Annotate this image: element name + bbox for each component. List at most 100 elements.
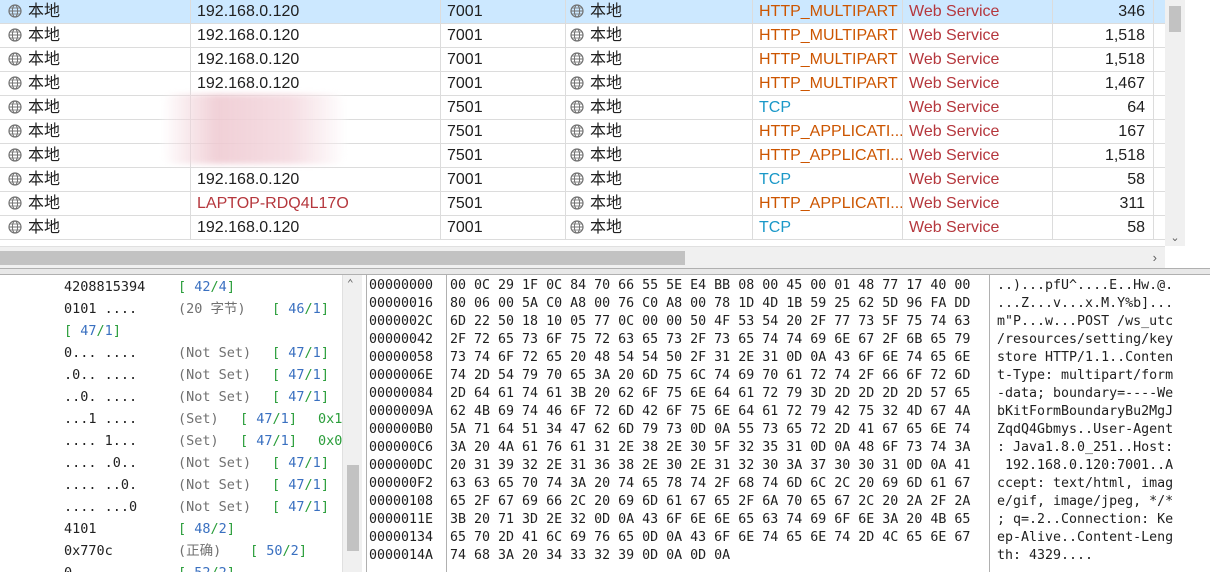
hex-offset: 00000058	[369, 350, 434, 365]
byte-length: 1	[312, 367, 321, 383]
hex-row[interactable]: 000000B0 5A 71 64 51 34 47 62 6D 79 73 0D…	[367, 421, 1207, 439]
destination-label: 本地	[590, 27, 623, 44]
detail-row[interactable]: .... ...0 (Not Set) [ 47/1]	[0, 496, 340, 518]
destination-label: 本地	[590, 3, 623, 20]
source-label: 本地	[28, 195, 61, 212]
globe-icon	[570, 172, 584, 186]
destination-cell: 本地	[566, 192, 753, 216]
source-label: 本地	[28, 123, 61, 140]
packet-list-horizontal-scrollbar[interactable]: ›	[0, 246, 1165, 268]
source-cell: 本地	[0, 0, 191, 24]
packet-row[interactable]: 本地 192.168.0.120 7001 本地 HTTP_MULTIPART Web S…	[0, 24, 1165, 48]
pane-splitter[interactable]	[0, 268, 1210, 275]
hex-row[interactable]: 00000000 00 0C 29 1F 0C 84 70 66 55 5E E4…	[367, 277, 1207, 295]
hex-row[interactable]: 00000042 2F 72 65 73 6F 75 72 63 65 73 2F…	[367, 331, 1207, 349]
size-cell: 58	[1053, 216, 1154, 240]
size-cell: 58	[1053, 168, 1154, 192]
globe-icon	[8, 100, 22, 114]
destination-label: 本地	[590, 75, 623, 92]
destination-label: 本地	[590, 171, 623, 188]
address-cell: 192.168.0.120	[191, 48, 441, 72]
detail-row[interactable]: 0x770c (正确) [ 50/2]	[0, 540, 340, 562]
detail-row[interactable]: 0... .... (Not Set) [ 47/1]	[0, 342, 340, 364]
hex-bytes: 74 2D 54 79 70 65 3A 20 6D 75 6C 74 69 7…	[450, 368, 971, 383]
globe-icon	[570, 52, 584, 66]
source-cell: 本地	[0, 168, 191, 192]
byte-offset: 47	[288, 455, 305, 471]
hex-row[interactable]: 0000014A 74 68 3A 20 34 33 32 39 0D 0A 0D…	[367, 547, 1207, 565]
globe-icon	[570, 220, 584, 234]
port-cell: 7001	[441, 168, 566, 192]
chevron-right-icon[interactable]: ›	[1153, 250, 1157, 265]
byte-length: 4	[218, 279, 227, 295]
packet-row[interactable]: 本地 192.168.0.120 7001 本地 TCP Web Service 58	[0, 168, 1165, 192]
field-meaning: (Not Set)	[178, 389, 252, 405]
byte-range: [ 48/2]	[178, 521, 235, 537]
detail-row[interactable]: .0.. .... (Not Set) [ 47/1]	[0, 364, 340, 386]
detail-row[interactable]: .... ..0. (Not Set) [ 47/1]	[0, 474, 340, 496]
hex-row[interactable]: 0000009A 62 4B 69 74 46 6F 72 6D 42 6F 75…	[367, 403, 1207, 421]
hex-row[interactable]: 000000DC 20 31 39 32 2E 31 36 38 2E 30 2E…	[367, 457, 1207, 475]
hex-row[interactable]: 0000006E 74 2D 54 79 70 65 3A 20 6D 75 6C…	[367, 367, 1207, 385]
detail-row[interactable]: [ 47/1]	[0, 320, 340, 342]
scrollbar-thumb[interactable]	[347, 465, 359, 551]
hex-row[interactable]: 000000C6 3A 20 4A 61 76 61 31 2E 38 2E 30…	[367, 439, 1207, 457]
hex-bytes: 62 4B 69 74 46 6F 72 6D 42 6F 75 6E 64 6…	[450, 404, 971, 419]
hex-row[interactable]: 000000F2 63 63 65 70 74 3A 20 74 65 78 74…	[367, 475, 1207, 493]
hex-row[interactable]: 00000108 65 2F 67 69 66 2C 20 69 6D 61 67…	[367, 493, 1207, 511]
protocol-cell: HTTP_MULTIPART	[753, 24, 903, 48]
hex-row[interactable]: 0000002C 6D 22 50 18 10 05 77 0C 00 00 50…	[367, 313, 1207, 331]
detail-row[interactable]: 4208815394 [ 42/4]	[0, 276, 340, 298]
destination-label: 本地	[590, 219, 623, 236]
packet-row[interactable]: 本地 192.168.0.120 7001 本地 HTTP_MULTIPART Web S…	[0, 72, 1165, 96]
hex-bytes: 3B 20 71 3D 2E 32 0D 0A 43 6F 6E 6E 65 6…	[450, 512, 971, 527]
packet-row[interactable]: 本地 192.168.0.120 7001 本地 HTTP_MULTIPART Web S…	[0, 0, 1165, 24]
hex-row[interactable]: 00000058 73 74 6F 72 65 20 48 54 54 50 2F…	[367, 349, 1207, 367]
chevron-up-icon[interactable]: ⌃	[347, 277, 354, 290]
detail-row[interactable]: ..0. .... (Not Set) [ 47/1]	[0, 386, 340, 408]
packet-list: 本地 192.168.0.120 7001 本地 HTTP_MULTIPART Web S…	[0, 0, 1210, 268]
scrollbar-thumb[interactable]	[0, 251, 685, 265]
packet-list-vertical-scrollbar[interactable]: ⌄	[1165, 0, 1185, 246]
byte-length: 1	[280, 433, 289, 449]
field-meaning: (Set)	[178, 433, 219, 449]
packet-row[interactable]: 本地 192.168.0.120 7001 本地 HTTP_MULTIPART Web S…	[0, 48, 1165, 72]
ascii-text: ccept: text/html, imag	[997, 476, 1174, 491]
chevron-down-icon[interactable]: ⌄	[1169, 232, 1181, 244]
detail-row[interactable]: 0 [ 52/2]	[0, 562, 340, 572]
scrollbar-thumb[interactable]	[1169, 6, 1181, 32]
hex-row[interactable]: 00000084 2D 64 61 74 61 3B 20 62 6F 75 6E…	[367, 385, 1207, 403]
hex-offset: 0000009A	[369, 404, 434, 419]
hex-offset: 0000011E	[369, 512, 434, 527]
address-cell: 192.168.0.120	[191, 0, 441, 24]
detail-row[interactable]: ...1 .... (Set) [ 47/1] 0x1	[0, 408, 342, 430]
detail-row[interactable]: 0101 .... (20 字节) [ 46/1]	[0, 298, 340, 320]
packet-row[interactable]: 本地 192.168.0.120 7001 本地 TCP Web Service 58	[0, 216, 1165, 240]
protocol-cell: HTTP_APPLICATI...	[753, 120, 903, 144]
detail-row[interactable]: .... 1... (Set) [ 47/1] 0x0	[0, 430, 342, 452]
destination-label: 本地	[590, 195, 623, 212]
ascii-text: 192.168.0.120:7001..A	[997, 458, 1174, 473]
globe-icon	[8, 76, 22, 90]
packet-row[interactable]: 本地 LAPTOP-RDQ4L17O 7501 本地 HTTP_APPLICATI...…	[0, 192, 1165, 216]
hex-row[interactable]: 00000016 80 06 00 5A C0 A8 00 76 C0 A8 00…	[367, 295, 1207, 313]
hex-row[interactable]: 00000134 65 70 2D 41 6C 69 76 65 0D 0A 43…	[367, 529, 1207, 547]
detail-vertical-scrollbar[interactable]: ⌃	[342, 275, 362, 572]
byte-length: 2	[218, 521, 227, 537]
byte-offset: 42	[194, 279, 211, 295]
byte-offset: 47	[256, 433, 273, 449]
detail-row[interactable]: .... .0.. (Not Set) [ 47/1]	[0, 452, 340, 474]
hex-offset: 000000B0	[369, 422, 434, 437]
redacted-area	[162, 94, 346, 164]
byte-offset: 47	[288, 499, 305, 515]
destination-cell: 本地	[566, 168, 753, 192]
port-cell: 7001	[441, 0, 566, 24]
detail-row[interactable]: 4101 [ 48/2]	[0, 518, 340, 540]
hex-row[interactable]: 0000011E 3B 20 71 3D 2E 32 0D 0A 43 6F 6E…	[367, 511, 1207, 529]
ascii-text: ZqdQ4Gbmys..User-Agent	[997, 422, 1174, 437]
protocol-cell: TCP	[753, 168, 903, 192]
globe-icon	[8, 196, 22, 210]
field-meaning: (Not Set)	[178, 477, 252, 493]
ascii-text: ep-Alive..Content-Leng	[997, 530, 1174, 545]
globe-icon	[570, 4, 584, 18]
